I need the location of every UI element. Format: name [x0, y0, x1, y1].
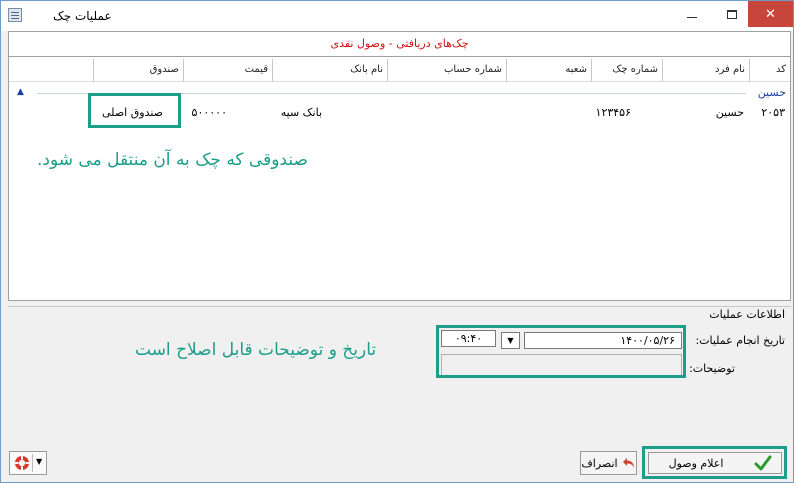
cell-bank[interactable]: بانک سپه [272, 104, 322, 122]
undo-icon [622, 458, 634, 468]
help-divider [32, 454, 33, 472]
help-menu-button[interactable]: ▼ [9, 451, 47, 475]
cancel-label: انصراف [581, 456, 618, 470]
cell-code[interactable]: ۲۰۵۳ [749, 104, 785, 122]
col-header-code[interactable]: کد [749, 59, 790, 81]
chevron-up-icon[interactable]: ▲ [17, 87, 27, 97]
description-label: توضیحات: [689, 362, 735, 375]
col-header-fund[interactable]: صندوق [93, 59, 183, 81]
cell-price[interactable]: ۵۰۰۰۰۰ [183, 104, 227, 122]
title-bar: عملیات چک ✕ [1, 1, 793, 31]
col-header-account[interactable]: شماره حساب [387, 59, 506, 81]
date-label: تاریخ انجام عملیات: [695, 334, 785, 347]
group-label: حسین [757, 86, 786, 99]
checkmark-icon [754, 455, 772, 471]
fund-highlight-box [88, 93, 181, 128]
fund-annotation: صندوقی که چک به آن منتقل می شود. [37, 150, 308, 170]
close-icon: ✕ [765, 6, 776, 22]
app-icon [8, 8, 22, 22]
date-annotation: تاریخ و توضیحات قابل اصلاح است [135, 340, 377, 360]
cell-check-number[interactable]: ۱۲۳۴۵۶ [591, 104, 631, 122]
col-header-branch[interactable]: شعبه [506, 59, 591, 81]
close-button[interactable]: ✕ [748, 1, 793, 27]
maximize-button[interactable] [716, 1, 748, 27]
confirm-receipt-label: اعلام وصول [668, 456, 724, 470]
minimize-icon [687, 16, 697, 18]
cancel-button[interactable]: انصراف [580, 451, 637, 475]
checks-grid[interactable]: چک‌های دریافتی - وصول نقدی کد نام فرد شم… [8, 31, 791, 301]
lifebuoy-icon [15, 456, 29, 470]
info-legend: اطلاعات عملیات [709, 308, 785, 321]
confirm-receipt-button[interactable]: اعلام وصول [648, 452, 782, 474]
maximize-icon [727, 9, 737, 19]
grid-caption: چک‌های دریافتی - وصول نقدی [9, 32, 790, 57]
chevron-down-icon[interactable]: ▼ [36, 457, 42, 466]
col-header-price[interactable]: قیمت [183, 59, 272, 81]
col-header-bank[interactable]: نام بانک [272, 59, 387, 81]
col-header-check-number[interactable]: شماره چک [591, 59, 662, 81]
date-highlight-box [436, 325, 686, 378]
minimize-button[interactable] [676, 1, 708, 27]
header-divider [9, 81, 790, 82]
col-header-person[interactable]: نام فرد [662, 59, 749, 81]
cell-person[interactable]: حسین [662, 104, 744, 122]
check-operations-window: عملیات چک ✕ چک‌های دریافتی - وصول نقدی ک… [0, 0, 794, 483]
